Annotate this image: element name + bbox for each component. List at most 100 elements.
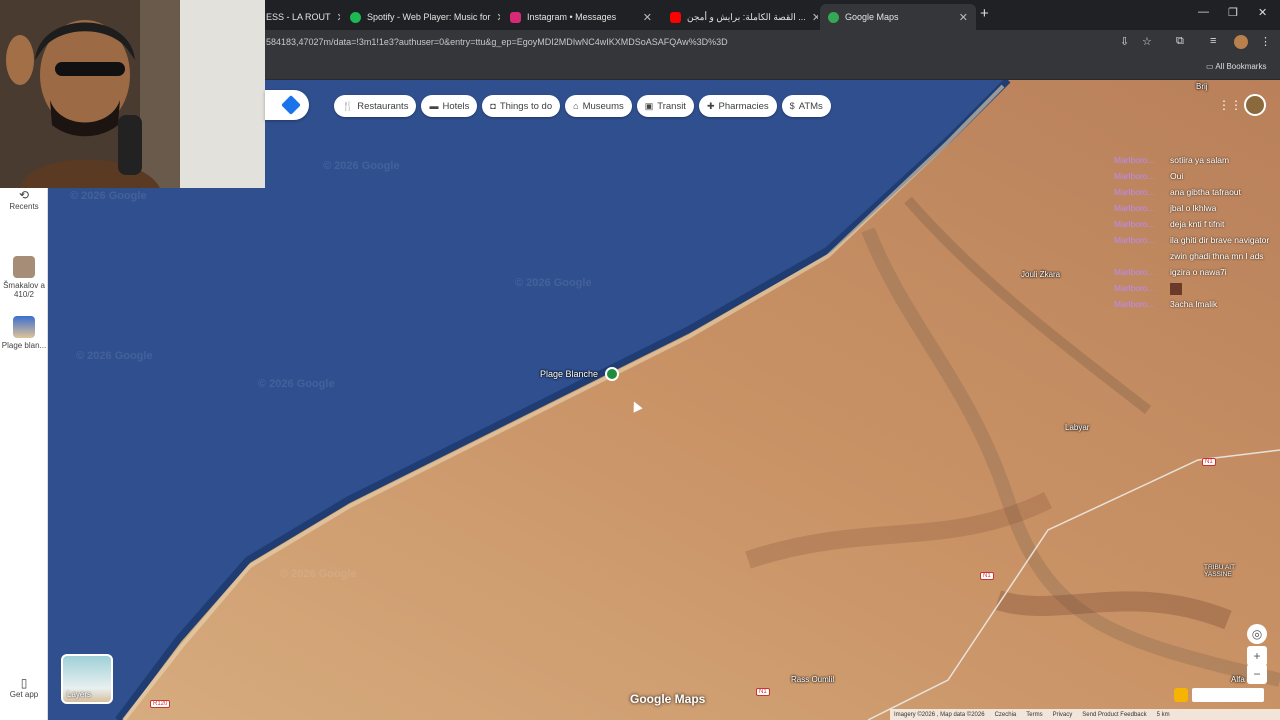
tab-instagram[interactable]: Instagram • Messages ✕ [502, 4, 660, 30]
tab-label: القصة الكاملة: برايش و أمجن ... [687, 11, 806, 22]
chat-line: Marlboro... [1114, 280, 1280, 296]
menu-icon[interactable]: ⋮ [1260, 35, 1271, 48]
maximize-icon[interactable]: ❐ [1228, 6, 1238, 19]
chat-line: Marlboro... ana gibtha tafraout [1114, 187, 1241, 197]
close-icon[interactable]: ✕ [637, 11, 652, 24]
camera-icon: ◘ [490, 101, 496, 111]
zoom-out-button[interactable]: − [1247, 664, 1267, 684]
attribution: Imagery ©2026 , Map data ©2026 [894, 711, 985, 718]
chip-museums[interactable]: ⌂ Museums [565, 95, 632, 117]
road-shield: N1 [1202, 458, 1216, 466]
chip-atms[interactable]: $ ATMs [781, 95, 831, 117]
map-watermark: © 2026 Google [258, 378, 335, 390]
my-location-icon[interactable]: ◎ [1247, 624, 1267, 644]
apps-grid-icon[interactable]: ⋮⋮ [1218, 98, 1242, 112]
place-thumbnail [13, 316, 35, 338]
map-watermark: © 2026 Google [323, 160, 400, 172]
chip-things-to-do[interactable]: ◘ Things to do [482, 95, 561, 117]
road-shield: N1 [980, 572, 994, 580]
place-label[interactable]: Labyar [1065, 423, 1089, 432]
privacy-link[interactable]: Privacy [1053, 712, 1073, 718]
new-tab-button[interactable]: + [980, 5, 989, 22]
map-watermark: © 2026 Google [76, 350, 153, 362]
plage-blanche-pin[interactable] [605, 367, 619, 381]
road-shield: R120 [150, 700, 171, 708]
chat-line: Marlboro... deja knti f tifnit [1114, 219, 1225, 229]
tab-label: ESS - LA ROUT [266, 12, 331, 22]
place-label[interactable]: Jouli Zkara [1021, 270, 1060, 279]
url-text[interactable]: 584183,47027m/data=!3m1!1e3?authuser=0&e… [266, 37, 728, 47]
tab-label: Spotify - Web Player: Music for [367, 12, 491, 22]
scale-bar[interactable]: 5 km [1157, 712, 1170, 718]
close-icon[interactable]: ✕ [331, 11, 340, 24]
pharmacy-icon: ✚ [706, 100, 715, 111]
chip-transit[interactable]: ▣ Transit [636, 95, 694, 117]
museum-icon: ⌂ [573, 101, 579, 111]
fork-knife-icon: 🍴 [342, 100, 354, 111]
region-link[interactable]: Czechia [995, 712, 1017, 718]
stream-chat: Marlboro... sotiira ya salam Marlboro... O… [1114, 152, 1280, 312]
spotify-icon [350, 11, 361, 23]
place-thumbnail [13, 256, 35, 278]
google-maps-logo: Google Maps [630, 692, 706, 706]
map-watermark: © 2026 Google [515, 277, 592, 289]
feedback-link[interactable]: Send Product Feedback [1082, 712, 1146, 718]
close-icon[interactable]: ✕ [490, 11, 500, 24]
place-label[interactable]: TRIBU AIT YASSINE [1204, 564, 1244, 578]
category-chips: 🍴 Restaurants ▬ Hotels ◘ Things to do ⌂ Muse… [334, 95, 831, 117]
tab-google-maps[interactable]: Google Maps ✕ [820, 4, 976, 30]
map-watermark: © 2026 Google [280, 568, 357, 580]
pegman-icon[interactable] [1174, 688, 1188, 702]
chat-line: Marlboro... Oui [1114, 171, 1184, 181]
minimize-icon[interactable]: — [1198, 6, 1209, 18]
tab-label: Google Maps [845, 12, 899, 22]
atm-icon: $ [789, 101, 795, 111]
webcam-overlay [0, 0, 265, 188]
tab-ess[interactable]: ESS - LA ROUT✕ [258, 4, 340, 30]
chip-restaurants[interactable]: 🍴 Restaurants [334, 95, 417, 117]
imagery-thumbnails[interactable] [1192, 688, 1264, 702]
place-label[interactable]: Alfa [1231, 675, 1245, 684]
all-bookmarks-button[interactable]: ▭ All Bookmarks [1206, 62, 1266, 71]
chat-line: Marlboro... ila ghiti dir brave navigator… [1114, 235, 1270, 261]
install-icon[interactable]: ⇩ [1120, 35, 1129, 48]
saved-place-plage[interactable]: Plage blan... [0, 316, 48, 350]
streamer-image [0, 0, 265, 188]
train-icon: ▣ [644, 100, 654, 111]
chat-line: Marlboro... sotiira ya salam [1114, 155, 1230, 165]
zoom-in-button[interactable]: + [1247, 646, 1267, 666]
recents-button[interactable]: ⟲ Recents [0, 188, 48, 211]
instagram-icon [510, 11, 521, 23]
place-label[interactable]: Rass Oumlil [791, 675, 834, 684]
layers-button[interactable]: Layers [61, 654, 113, 704]
account-name: Brij [1196, 82, 1208, 91]
road-shield: N1 [756, 688, 770, 696]
window-close-icon[interactable]: ✕ [1258, 6, 1267, 19]
place-label[interactable]: Plage Blanche [540, 369, 598, 379]
get-app-button[interactable]: ▯ Get app [0, 676, 48, 699]
maps-pin-icon [828, 11, 839, 23]
saved-place-smakalova[interactable]: Šmakalov a 410/2 [0, 256, 48, 299]
folder-icon: ▭ [1206, 62, 1216, 71]
emote-icon [1170, 282, 1182, 295]
tab-youtube[interactable]: القصة الكاملة: برايش و أمجن ... ✕ [662, 4, 818, 30]
account-avatar[interactable] [1244, 94, 1266, 116]
chip-pharmacies[interactable]: ✚ Pharmacies [698, 95, 777, 117]
close-icon[interactable]: ✕ [806, 11, 818, 24]
bookmark-star-icon[interactable]: ☆ [1142, 35, 1152, 48]
close-icon[interactable]: ✕ [953, 11, 968, 24]
tab-spotify[interactable]: Spotify - Web Player: Music for✕ [342, 4, 500, 30]
chat-line: Marlboro... jbal o lkhlwa [1114, 203, 1217, 213]
phone-icon: ▯ [20, 676, 28, 690]
chat-line: Marlboro... 3acha lmalik [1114, 299, 1218, 309]
media-icon[interactable]: ≡ [1210, 35, 1216, 47]
extensions-icon[interactable]: ⧉ [1176, 35, 1184, 48]
map-watermark: © 2026 Google [70, 190, 147, 202]
chip-hotels[interactable]: ▬ Hotels [421, 95, 478, 117]
bed-icon: ▬ [429, 101, 439, 111]
youtube-icon [670, 11, 681, 23]
chat-line: Marlboro... igzira o nawa7i [1114, 267, 1227, 277]
history-icon: ⟲ [18, 188, 30, 202]
profile-avatar[interactable] [1234, 35, 1248, 49]
terms-link[interactable]: Terms [1026, 712, 1042, 718]
